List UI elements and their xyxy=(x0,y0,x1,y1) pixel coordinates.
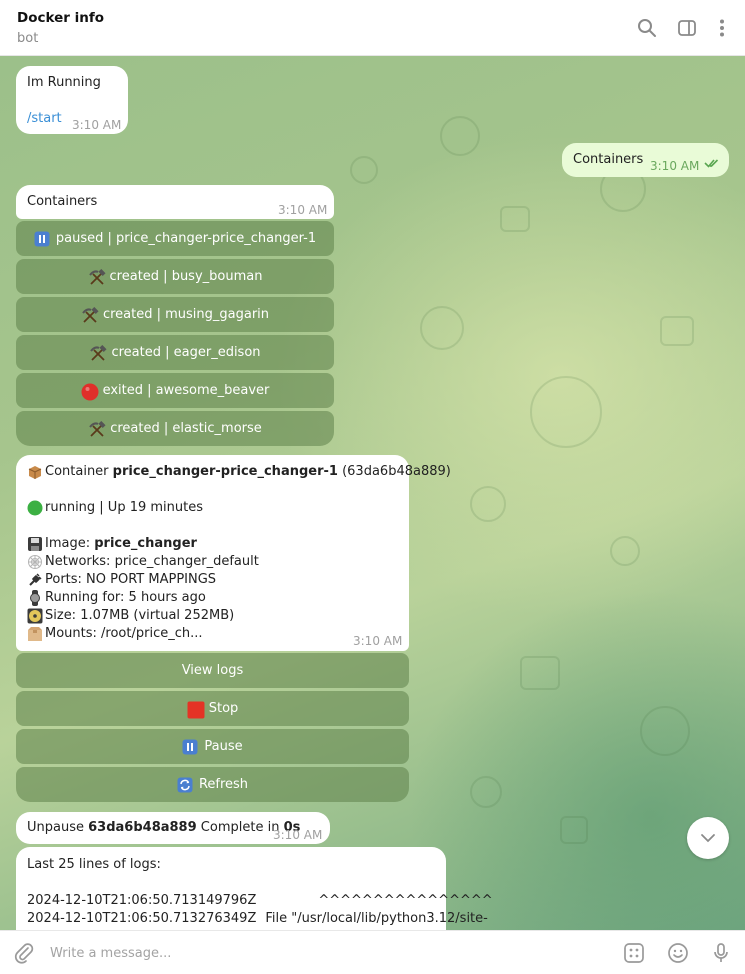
message-time: 3:10 AM xyxy=(72,118,122,132)
stop-square-icon xyxy=(187,701,205,718)
container-action-label: Pause xyxy=(204,739,243,754)
container-keyboard-label: created | musing_gagarin xyxy=(102,307,270,322)
scroll-down-button[interactable] xyxy=(687,817,729,859)
log-line: 2024-12-10T21:06:50.713149796Z ^^^^^^^^^^… xyxy=(27,893,493,908)
image-line: Image: price_changer xyxy=(27,535,197,553)
disc-icon xyxy=(27,608,43,624)
message-text: Containers xyxy=(573,152,644,167)
more-vertical-icon[interactable] xyxy=(710,16,734,40)
doodle-pattern xyxy=(470,486,506,522)
red-circle-icon xyxy=(81,383,99,400)
log-line: 2024-12-10T21:06:50.713276349Z File "/usr… xyxy=(27,911,488,926)
logs-title: Last 25 lines of logs: xyxy=(27,857,161,872)
outgoing-message-bubble[interactable]: Containers 3:10 AM xyxy=(562,143,729,177)
container-details-bubble[interactable]: Container price_changer-price_changer-1 … xyxy=(16,455,451,651)
container-keyboard-button[interactable]: created | busy_bouman xyxy=(16,259,334,294)
container-keyboard-button[interactable]: created | elastic_morse xyxy=(16,411,334,446)
container-keyboard-label: created | elastic_morse xyxy=(110,421,262,436)
doodle-pattern xyxy=(500,206,530,232)
doodle-pattern xyxy=(440,116,480,156)
attach-icon[interactable] xyxy=(12,941,36,965)
container-keyboard-label: exited | awesome_beaver xyxy=(102,383,270,398)
mounts-line: Mounts: /root/price_ch... xyxy=(27,625,203,643)
hammer-pick-icon xyxy=(81,306,99,323)
container-keyboard-button[interactable]: exited | awesome_beaver xyxy=(16,373,334,408)
floppy-disk-icon xyxy=(27,536,43,552)
container-keyboard-button[interactable]: created | eager_edison xyxy=(16,335,334,370)
green-circle-icon xyxy=(27,500,43,516)
container-keyboard-label: created | eager_edison xyxy=(111,345,261,360)
chat-title[interactable]: Docker info xyxy=(17,10,104,26)
doodle-pattern xyxy=(520,656,560,690)
message-time: 3:10 AM xyxy=(650,159,700,173)
container-keyboard-label: created | busy_bouman xyxy=(109,269,263,284)
hammer-pick-icon xyxy=(88,268,106,285)
container-action-button[interactable]: Refresh xyxy=(16,767,409,802)
message-text: Containers xyxy=(27,194,98,209)
message-bubble[interactable]: Im Running /start 3:10 AM xyxy=(16,66,128,134)
container-action-button[interactable]: Stop xyxy=(16,691,409,726)
container-status-line: running | Up 19 minutes xyxy=(27,499,203,517)
doodle-pattern xyxy=(350,156,378,184)
double-check-icon xyxy=(704,157,722,175)
message-bubble[interactable]: Unpause 63da6b48a889 Complete in 0s 3:10… xyxy=(16,812,330,844)
container-action-button[interactable]: Pause xyxy=(16,729,409,764)
doodle-pattern xyxy=(610,536,640,566)
box-icon xyxy=(27,626,43,642)
doodle-pattern xyxy=(530,376,602,448)
message-time: 3:10 AM xyxy=(273,828,323,842)
microphone-icon[interactable] xyxy=(709,941,733,965)
refresh-icon xyxy=(177,777,193,793)
search-icon[interactable] xyxy=(635,16,659,40)
chevron-down-icon xyxy=(701,834,715,843)
message-time: 3:10 AM xyxy=(353,634,403,648)
container-keyboard-button[interactable]: created | musing_gagarin xyxy=(16,297,334,332)
doodle-pattern xyxy=(560,816,588,844)
chat-area[interactable]: Im Running /start 3:10 AM Containers 3:1… xyxy=(0,56,745,930)
pause-icon xyxy=(182,739,198,755)
message-composer xyxy=(0,930,745,974)
spider-web-icon xyxy=(27,554,43,570)
pause-icon xyxy=(34,231,50,247)
chat-subtitle: bot xyxy=(17,31,39,46)
container-action-label: Stop xyxy=(208,701,239,716)
chat-header: Docker info bot xyxy=(0,0,745,56)
message-bubble[interactable]: Containers 3:10 AM xyxy=(16,185,334,219)
emoji-icon[interactable] xyxy=(666,941,690,965)
unpause-result-text: Unpause 63da6b48a889 Complete in 0s xyxy=(27,820,301,835)
container-action-button[interactable]: View logs xyxy=(16,653,409,688)
start-command-link[interactable]: /start xyxy=(27,110,62,128)
message-time: 3:10 AM xyxy=(278,203,328,217)
container-keyboard-label: paused | price_changer-price_changer-1 xyxy=(55,231,317,246)
hammer-pick-icon xyxy=(88,420,106,437)
message-text: Im Running xyxy=(27,75,101,90)
container-title-line: Container price_changer-price_changer-1 … xyxy=(27,463,451,481)
package-icon xyxy=(27,464,43,480)
doodle-pattern xyxy=(470,776,502,808)
message-input[interactable] xyxy=(50,943,590,963)
container-action-label: View logs xyxy=(181,663,244,678)
bot-commands-icon[interactable] xyxy=(622,941,646,965)
hammer-pick-icon xyxy=(89,344,108,361)
size-line: Size: 1.07MB (virtual 252MB) xyxy=(27,607,234,625)
electric-plug-icon xyxy=(27,572,43,588)
ports-line: Ports: NO PORT MAPPINGS xyxy=(27,571,216,589)
running-for-line: Running for: 5 hours ago xyxy=(27,589,206,607)
logs-message-bubble[interactable]: Last 25 lines of logs: 2024-12-10T21:06:… xyxy=(16,847,493,930)
doodle-pattern xyxy=(640,706,690,756)
container-action-label: Refresh xyxy=(198,777,249,792)
networks-line: Networks: price_changer_default xyxy=(27,553,259,571)
container-keyboard-button[interactable]: paused | price_changer-price_changer-1 xyxy=(16,221,334,256)
watch-icon xyxy=(27,589,43,606)
doodle-pattern xyxy=(660,316,694,346)
doodle-pattern xyxy=(420,306,464,350)
sidebar-toggle-icon[interactable] xyxy=(675,16,699,40)
